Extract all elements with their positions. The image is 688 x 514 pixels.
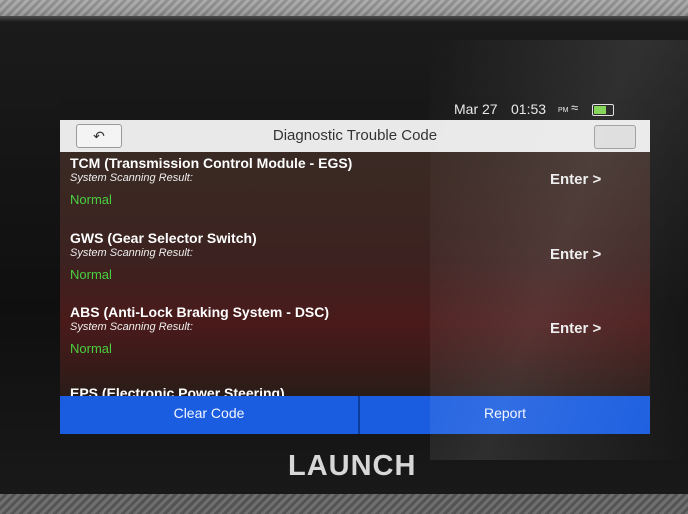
- brand-logo: LAUNCH: [288, 450, 417, 482]
- scan-result-status: Normal: [70, 341, 112, 356]
- scan-result-label: System Scanning Result:: [70, 172, 193, 184]
- clear-code-button[interactable]: Clear Code: [60, 396, 358, 434]
- back-arrow-icon: ↶: [93, 128, 105, 144]
- system-name: EPS (Electronic Power Steering): [70, 385, 285, 396]
- enter-button[interactable]: Enter >: [550, 320, 601, 337]
- system-item-abs[interactable]: ABS (Anti-Lock Braking System - DSC) Sys…: [60, 304, 650, 380]
- system-item-tcm[interactable]: TCM (Transmission Control Module - EGS) …: [60, 155, 650, 231]
- system-name: TCM (Transmission Control Module - EGS): [70, 155, 353, 171]
- device-bezel-bottom: [0, 494, 688, 514]
- scan-result-label: System Scanning Result:: [70, 321, 193, 333]
- device-bezel-top: [0, 0, 688, 16]
- bottom-action-bar: Clear Code Report: [60, 396, 650, 434]
- title-bar: Diagnostic Trouble Code ↶: [60, 120, 650, 152]
- scan-result-label: System Scanning Result:: [70, 247, 193, 259]
- scan-result-status: Normal: [70, 267, 112, 282]
- status-ampm: PM: [558, 107, 569, 114]
- scan-result-status: Normal: [70, 192, 112, 207]
- wifi-icon: ≈: [571, 100, 579, 115]
- status-date: Mar 27: [454, 101, 498, 117]
- enter-button[interactable]: Enter >: [550, 246, 601, 263]
- screen: Mar 27 01:53 PM ≈ Diagnostic Trouble Cod…: [60, 98, 650, 434]
- system-item-gws[interactable]: GWS (Gear Selector Switch) System Scanni…: [60, 230, 650, 306]
- back-button[interactable]: ↶: [76, 124, 122, 148]
- system-name: ABS (Anti-Lock Braking System - DSC): [70, 304, 330, 320]
- status-bar: Mar 27 01:53 PM ≈: [60, 98, 650, 120]
- system-list: TCM (Transmission Control Module - EGS) …: [60, 152, 650, 396]
- menu-button[interactable]: [594, 125, 636, 149]
- enter-button[interactable]: Enter >: [550, 171, 601, 188]
- battery-icon: [592, 104, 614, 116]
- report-button[interactable]: Report: [360, 396, 650, 434]
- system-item-eps[interactable]: EPS (Electronic Power Steering): [60, 385, 650, 396]
- system-name: GWS (Gear Selector Switch): [70, 230, 257, 246]
- page-title: Diagnostic Trouble Code: [272, 127, 438, 144]
- status-time: 01:53: [511, 101, 547, 117]
- device-body: Mar 27 01:53 PM ≈ Diagnostic Trouble Cod…: [0, 0, 688, 514]
